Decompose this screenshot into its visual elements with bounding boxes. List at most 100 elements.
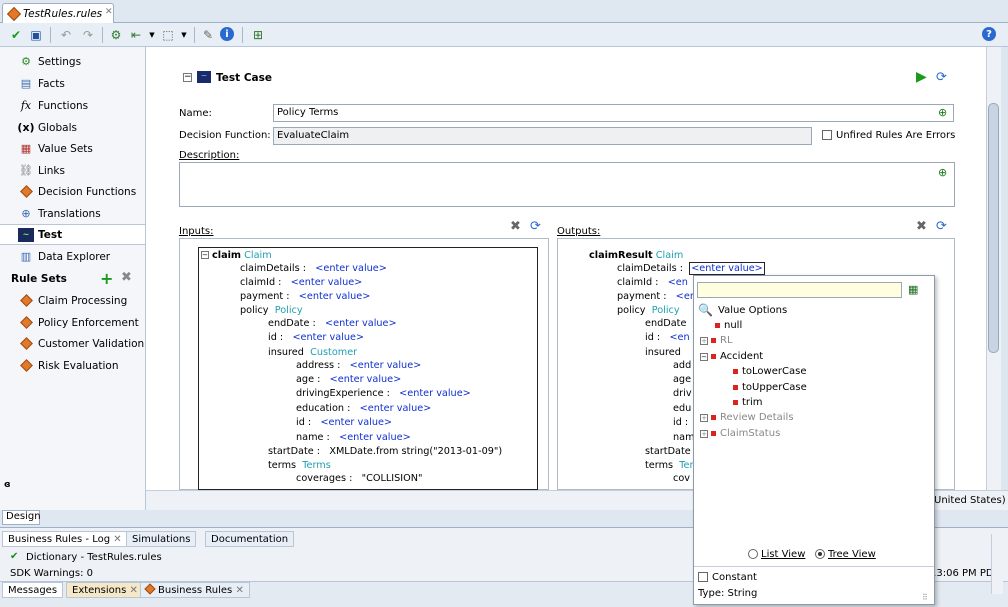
clear-outputs-icon[interactable]: ✖ (916, 219, 927, 234)
ruleset-item[interactable]: Customer Validation (0, 333, 145, 354)
help-icon[interactable]: ? (982, 27, 996, 41)
log-scrollbar[interactable] (991, 534, 1003, 594)
field-value[interactable]: XMLDate.from string("2013-01-09") (329, 446, 502, 457)
resize-grip-icon[interactable]: ⠿ (922, 593, 928, 602)
expand-icon: + (700, 430, 708, 438)
scrollbar-thumb[interactable] (988, 103, 999, 353)
functions-icon: fx (20, 99, 32, 112)
option-accident[interactable]: − Accident (700, 351, 763, 362)
refresh-inputs-icon[interactable]: ⟳ (530, 219, 541, 234)
collapse-icon[interactable]: − (183, 73, 192, 82)
save-icon[interactable]: ▣ (28, 27, 44, 43)
enter-value-link[interactable]: <enter value> (689, 262, 765, 275)
sidebar-item-settings[interactable]: ⚙ Settings (0, 51, 145, 72)
edit-text-icon[interactable]: ⊕ (938, 106, 947, 119)
tab-messages[interactable]: Messages (2, 582, 64, 598)
value-search-input[interactable] (697, 282, 902, 298)
sidebar-item-decision-functions[interactable]: Decision Functions (0, 181, 145, 202)
name-field[interactable]: Policy Terms (273, 104, 954, 122)
ruleset-item[interactable]: Risk Evaluation (0, 355, 145, 376)
translations-icon: ⊕ (21, 207, 31, 220)
sidebar-item-value-sets[interactable]: ▦ Value Sets (0, 138, 145, 159)
enter-value-link[interactable]: <enter value> (299, 291, 371, 302)
sdk-warnings-line: SDK Warnings: 0 (10, 568, 94, 579)
tree-view-radio[interactable]: Tree View (815, 549, 876, 560)
edit-text-icon[interactable]: ⊕ (938, 166, 947, 179)
collapse-icon[interactable]: − (201, 251, 209, 259)
enter-value-link[interactable]: <enter value> (330, 374, 402, 385)
option-trim[interactable]: trim (733, 397, 763, 408)
input-root: claim (212, 250, 242, 261)
enter-value-link[interactable]: <enter value> (292, 332, 364, 343)
info-icon[interactable]: i (220, 27, 234, 41)
enter-value-link[interactable]: <enter value> (339, 432, 411, 443)
unfired-rules-checkbox[interactable] (822, 130, 832, 140)
tree-icon[interactable]: ⚙ (108, 27, 124, 43)
undo-icon[interactable]: ↶ (58, 27, 74, 43)
enter-value-link[interactable]: <enter value> (360, 403, 432, 414)
sidebar-item-facts[interactable]: ▤ Facts (0, 73, 145, 94)
validate-icon[interactable]: ✔ (8, 27, 24, 43)
add-ruleset-icon[interactable]: + (100, 269, 113, 288)
clear-inputs-icon[interactable]: ✖ (510, 219, 521, 234)
sidebar-item-functions[interactable]: fx Functions (0, 95, 145, 116)
field-label: id : (645, 332, 661, 343)
list-view-radio[interactable]: List View (748, 549, 805, 560)
field-icon (711, 338, 716, 343)
option-touppercase[interactable]: toUpperCase (733, 382, 807, 393)
option-tolowercase[interactable]: toLowerCase (733, 366, 806, 377)
enter-value-link[interactable]: <en (669, 332, 689, 343)
tab-testrules[interactable]: TestRules.rules ✕ (2, 3, 114, 23)
refresh-icon[interactable]: ⟳ (936, 70, 947, 85)
field-label: address : (296, 360, 341, 371)
export-icon[interactable]: ⬚ (160, 27, 176, 43)
wrench-icon[interactable]: ✎ (200, 27, 216, 43)
description-field[interactable] (179, 162, 955, 207)
delete-ruleset-icon[interactable]: ✖ (121, 270, 132, 285)
refresh-outputs-icon[interactable]: ⟳ (936, 219, 947, 234)
enter-value-link[interactable]: <enter value> (325, 318, 397, 329)
ruleset-item[interactable]: Claim Processing (0, 290, 145, 311)
sidebar-item-links[interactable]: ⛓ Links (0, 160, 145, 181)
constant-checkbox[interactable]: Constant (698, 572, 757, 583)
tab-simulations[interactable]: Simulations (126, 531, 197, 547)
indent-icon[interactable]: ⇤ (128, 27, 144, 43)
option-null[interactable]: null (715, 320, 742, 331)
ruleset-item[interactable]: Policy Enforcement (0, 312, 145, 333)
design-tab[interactable]: Design (2, 510, 41, 525)
option-rl[interactable]: + RL (700, 335, 733, 346)
collapse-handle-icon[interactable]: ɞ (4, 480, 11, 490)
expression-builder-icon[interactable]: ▦ (908, 283, 918, 296)
enter-value-link[interactable]: <enter value> (399, 388, 471, 399)
field-label: claimDetails : (617, 263, 684, 274)
redo-icon[interactable]: ↷ (80, 27, 96, 43)
sidebar-item-translations[interactable]: ⊕ Translations (0, 203, 145, 224)
field-label: startDate : (268, 446, 321, 457)
tab-extensions[interactable]: Extensions ✕ (66, 582, 144, 598)
type-label: Type: String (698, 588, 758, 599)
enter-value-link[interactable]: <en (668, 277, 688, 288)
enter-value-link[interactable]: <enter value> (350, 360, 422, 371)
dropdown-arrow-icon[interactable]: ▼ (144, 27, 160, 43)
network-icon[interactable]: ⊞ (250, 27, 266, 43)
checkbox-icon (698, 572, 708, 582)
value-options-root[interactable]: Value Options (718, 305, 787, 316)
tab-documentation[interactable]: Documentation (205, 531, 295, 547)
test-case-title: Test Case (216, 72, 272, 84)
tab-business-rules[interactable]: Business Rules ✕ (140, 582, 250, 598)
dropdown-arrow-icon[interactable]: ▼ (176, 27, 192, 43)
sidebar-item-data-explorer[interactable]: ▥ Data Explorer (0, 246, 145, 267)
sidebar-item-test[interactable]: ~ Test (0, 224, 145, 245)
sidebar-item-globals[interactable]: (x) Globals (0, 117, 145, 138)
decision-function-field[interactable]: EvaluateClaim (273, 127, 812, 145)
rules-icon (144, 583, 156, 595)
enter-value-link[interactable]: <enter value> (320, 417, 392, 428)
enter-value-link[interactable]: <enter value> (315, 263, 387, 274)
option-claim-status[interactable]: + ClaimStatus (700, 428, 780, 439)
close-tab-icon[interactable]: ✕ (105, 7, 113, 17)
run-test-icon[interactable]: ▶ (916, 69, 927, 85)
field-value[interactable]: "COLLISION" (362, 473, 423, 484)
enter-value-link[interactable]: <enter value> (291, 277, 363, 288)
option-review-details[interactable]: + Review Details (700, 412, 794, 423)
tab-business-rules-log[interactable]: Business Rules - Log ✕ (2, 531, 128, 547)
